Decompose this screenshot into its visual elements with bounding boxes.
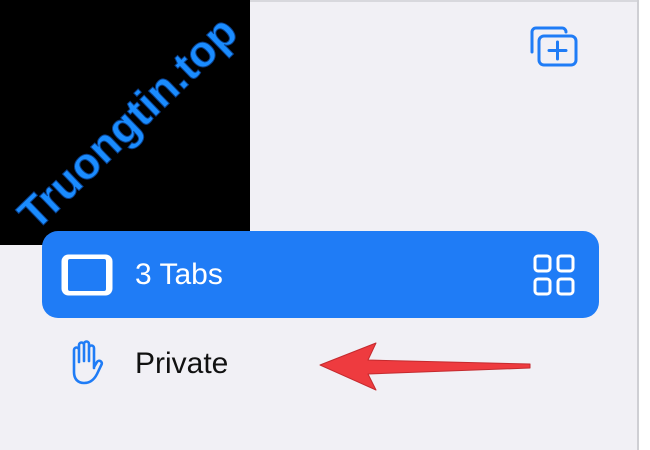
watermark: Truongtin.top — [0, 0, 250, 245]
new-tab-group-icon — [530, 26, 578, 67]
tab-group-menu: Truongtin.top 3 Tabs Private — [0, 0, 650, 450]
annotation-arrow — [319, 342, 531, 391]
watermark-text: Truongtin.top — [9, 7, 247, 239]
tabs-device-icon — [61, 254, 113, 296]
new-tab-group-button[interactable] — [524, 22, 584, 70]
right-edge — [637, 0, 650, 450]
watermark-graphic: Truongtin.top — [8, 7, 247, 240]
tab-group-3-tabs[interactable]: 3 Tabs — [42, 231, 599, 318]
tab-group-label: Private — [135, 347, 229, 380]
hand-icon — [72, 340, 104, 385]
grid-icon[interactable] — [533, 254, 575, 296]
tab-group-label: 3 Tabs — [135, 258, 223, 291]
